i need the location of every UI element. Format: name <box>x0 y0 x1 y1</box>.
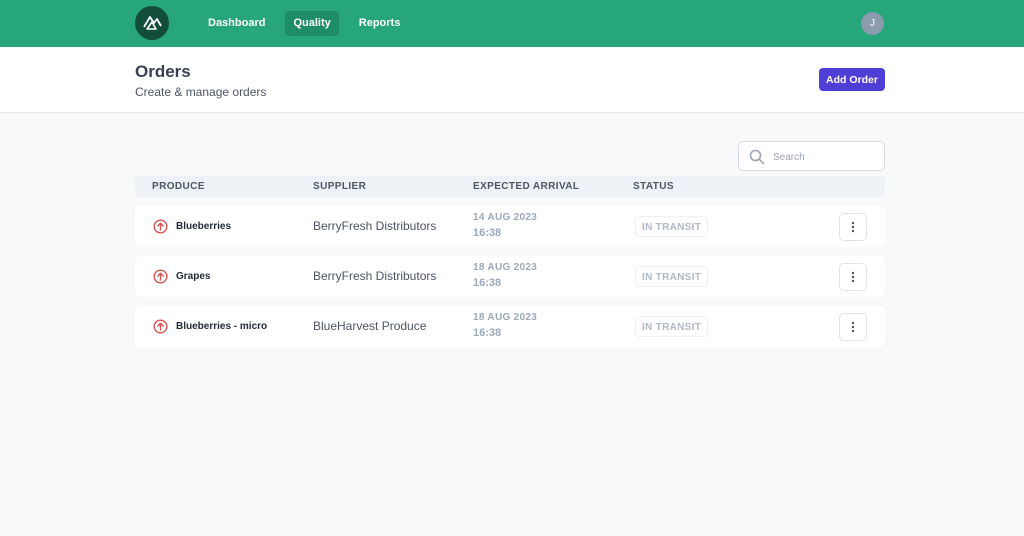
status-badge: IN TRANSIT <box>635 316 709 337</box>
arrival-time: 16:38 <box>473 277 502 289</box>
row-actions-button[interactable] <box>839 213 867 241</box>
supplier-name: BerryFresh Distributors <box>313 269 437 283</box>
column-header-expected-arrival: EXPECTED ARRIVAL <box>473 181 580 192</box>
logo-mark <box>143 16 162 30</box>
search-input[interactable] <box>773 148 878 166</box>
status-badge: IN TRANSIT <box>635 216 709 237</box>
column-header-produce: PRODUCE <box>152 181 205 192</box>
nav-reports[interactable]: Reports <box>351 11 409 36</box>
arrival-date: 18 AUG 2023 <box>473 262 538 273</box>
row-actions-button[interactable] <box>839 263 867 291</box>
arrow-up-circle-icon <box>153 269 168 284</box>
status-badge: IN TRANSIT <box>635 266 709 287</box>
page-header: Orders Create & manage orders Add Order <box>0 47 1024 113</box>
more-vertical-icon <box>851 271 855 283</box>
page-title: Orders <box>135 62 191 81</box>
supplier-name: BlueHarvest Produce <box>313 319 427 333</box>
arrival-time: 16:38 <box>473 327 502 339</box>
avatar[interactable]: J <box>861 12 884 35</box>
more-vertical-icon <box>851 221 855 233</box>
add-order-button[interactable]: Add Order <box>819 68 885 91</box>
search-icon <box>749 149 765 165</box>
arrival-time: 16:38 <box>473 227 502 239</box>
top-navbar: Dashboard Quality Reports J <box>0 0 1024 47</box>
table-row[interactable]: Blueberries - micro BlueHarvest Produce … <box>135 306 885 347</box>
supplier-name: BerryFresh Distributors <box>313 219 437 233</box>
table-row[interactable]: Grapes BerryFresh Distributors 18 AUG 20… <box>135 256 885 297</box>
column-header-supplier: SUPPLIER <box>313 181 367 192</box>
produce-name: Blueberries - micro <box>176 321 268 332</box>
main-nav: Dashboard Quality Reports <box>200 11 408 36</box>
more-vertical-icon <box>851 321 855 333</box>
produce-name: Grapes <box>176 271 211 282</box>
logo-icon[interactable] <box>135 6 169 40</box>
produce-name: Blueberries <box>176 221 232 232</box>
arrow-up-circle-icon <box>153 319 168 334</box>
nav-quality[interactable]: Quality <box>285 11 339 36</box>
arrow-up-circle-icon <box>153 219 168 234</box>
table-row[interactable]: Blueberries BerryFresh Distributors 14 A… <box>135 206 885 247</box>
arrival-date: 14 AUG 2023 <box>473 212 538 223</box>
page-subtitle: Create & manage orders <box>135 85 267 99</box>
nav-dashboard[interactable]: Dashboard <box>200 11 273 36</box>
table-header: PRODUCE SUPPLIER EXPECTED ARRIVAL STATUS <box>135 176 885 197</box>
column-header-status: STATUS <box>633 181 674 192</box>
row-actions-button[interactable] <box>839 313 867 341</box>
arrival-date: 18 AUG 2023 <box>473 312 538 323</box>
search-box[interactable] <box>738 141 885 171</box>
